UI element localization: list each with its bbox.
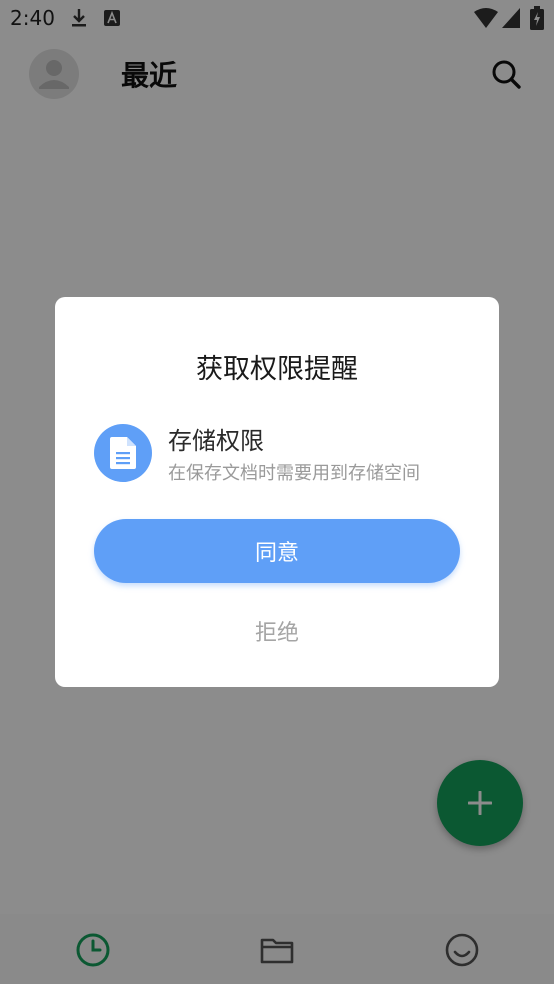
permission-name: 存储权限 — [168, 427, 264, 455]
permission-dialog: 获取权限提醒 存储权限 在保存文档时需要用到存储空间 同意 拒绝 — [55, 297, 499, 687]
agree-button[interactable]: 同意 — [94, 519, 460, 583]
dialog-title: 获取权限提醒 — [196, 354, 358, 385]
permission-icon-badge — [94, 424, 152, 482]
refuse-button[interactable]: 拒绝 — [227, 609, 327, 653]
document-icon — [110, 437, 136, 469]
permission-description: 在保存文档时需要用到存储空间 — [168, 463, 420, 484]
